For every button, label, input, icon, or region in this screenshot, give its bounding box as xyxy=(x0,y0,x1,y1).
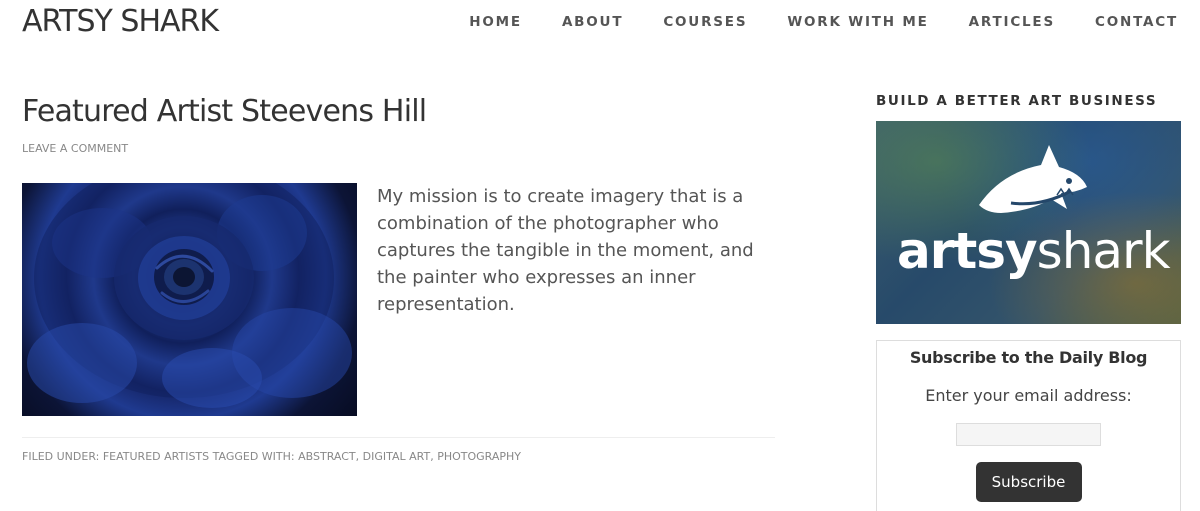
tagged-with-label: TAGGED WITH: xyxy=(212,450,295,463)
widget-title: BUILD A BETTER ART BUSINESS xyxy=(876,93,1158,109)
nav-item-courses[interactable]: COURSES xyxy=(663,13,747,31)
category-link-featured-artists[interactable]: FEATURED ARTISTS xyxy=(103,450,209,463)
main-content: Featured Artist Steevens Hill LEAVE A CO… xyxy=(22,90,775,464)
artsyshark-banner[interactable]: artsyshark xyxy=(876,121,1181,324)
email-label: Enter your email address: xyxy=(925,386,1132,405)
nav-item-work-with-me[interactable]: WORK WITH ME xyxy=(787,13,928,31)
tag-link-abstract[interactable]: ABSTRACT xyxy=(298,450,356,463)
post-footer: FILED UNDER: FEATURED ARTISTS TAGGED WIT… xyxy=(22,437,775,464)
succulent-rosette-image xyxy=(27,183,352,408)
leave-comment-link[interactable]: LEAVE A COMMENT xyxy=(22,142,775,156)
tag-separator: , xyxy=(355,450,363,463)
brand-light: shark xyxy=(1036,222,1171,280)
featured-image[interactable] xyxy=(22,183,357,416)
subscribe-button[interactable]: Subscribe xyxy=(975,462,1082,502)
subscribe-widget: Subscribe to the Daily Blog Enter your e… xyxy=(876,340,1181,511)
site-title-link[interactable]: ARTSY SHARK xyxy=(22,4,219,39)
nav-item-contact[interactable]: CONTACT xyxy=(1095,13,1178,31)
subscribe-title: Subscribe to the Daily Blog xyxy=(909,348,1148,367)
filed-under-label: FILED UNDER: xyxy=(22,450,100,463)
nav-item-about[interactable]: ABOUT xyxy=(562,13,623,31)
email-input[interactable] xyxy=(956,423,1101,446)
banner-brand-text: artsyshark xyxy=(897,221,1171,281)
sidebar: BUILD A BETTER ART BUSINESS artsyshark S… xyxy=(876,93,1181,511)
post-body: My mission is to create imagery that is … xyxy=(22,183,775,417)
nav-item-home[interactable]: HOME xyxy=(469,13,522,31)
primary-nav: HOME ABOUT COURSES WORK WITH ME ARTICLES… xyxy=(429,13,1178,31)
tag-link-digital-art[interactable]: DIGITAL ART xyxy=(363,450,431,463)
brand-bold: artsy xyxy=(897,222,1038,280)
shark-logo-icon xyxy=(979,145,1087,213)
post-title[interactable]: Featured Artist Steevens Hill xyxy=(22,90,775,134)
post-excerpt: My mission is to create imagery that is … xyxy=(377,186,754,315)
nav-item-articles[interactable]: ARTICLES xyxy=(969,13,1055,31)
tag-link-photography[interactable]: PHOTOGRAPHY xyxy=(437,450,521,463)
